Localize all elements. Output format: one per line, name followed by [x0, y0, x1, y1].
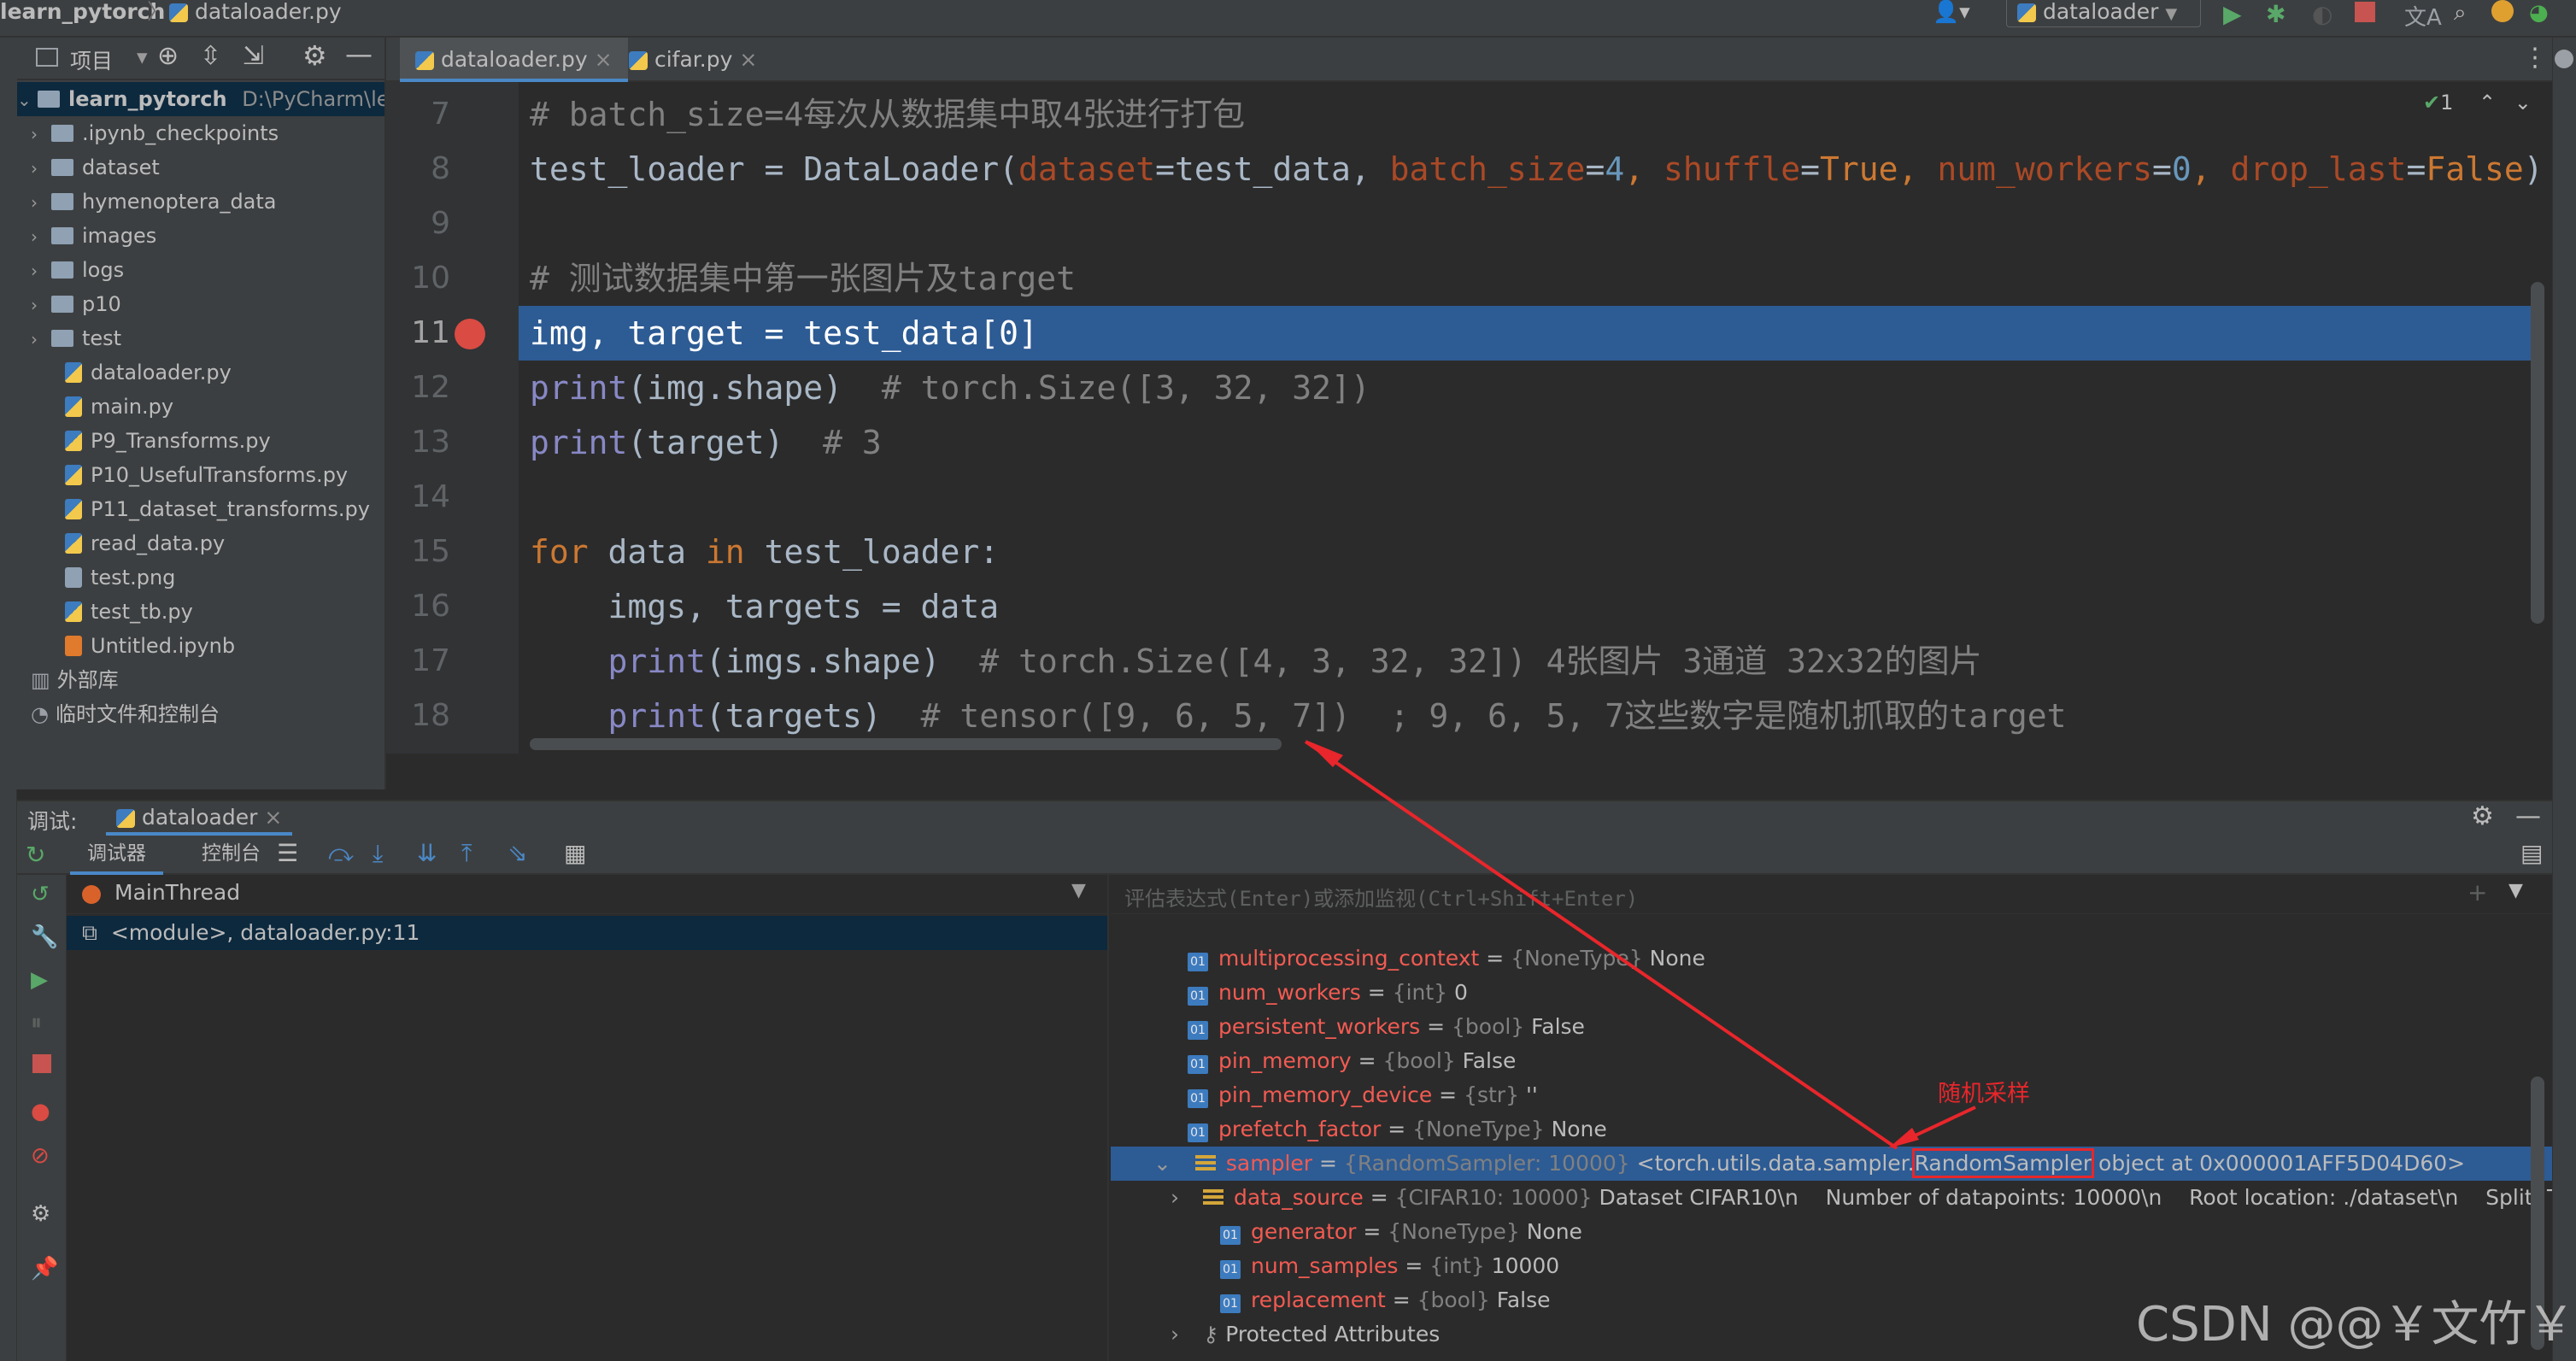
- watermark: CSDN @@￥文竹￥: [2136, 1297, 2575, 1352]
- annotation-pointer-head: [1888, 1128, 1919, 1148]
- annotation-overlay: [1304, 740, 1976, 1150]
- annotation-label: 随机采样: [1938, 1081, 2030, 1107]
- annotation-arrow-line: [1304, 740, 1898, 1150]
